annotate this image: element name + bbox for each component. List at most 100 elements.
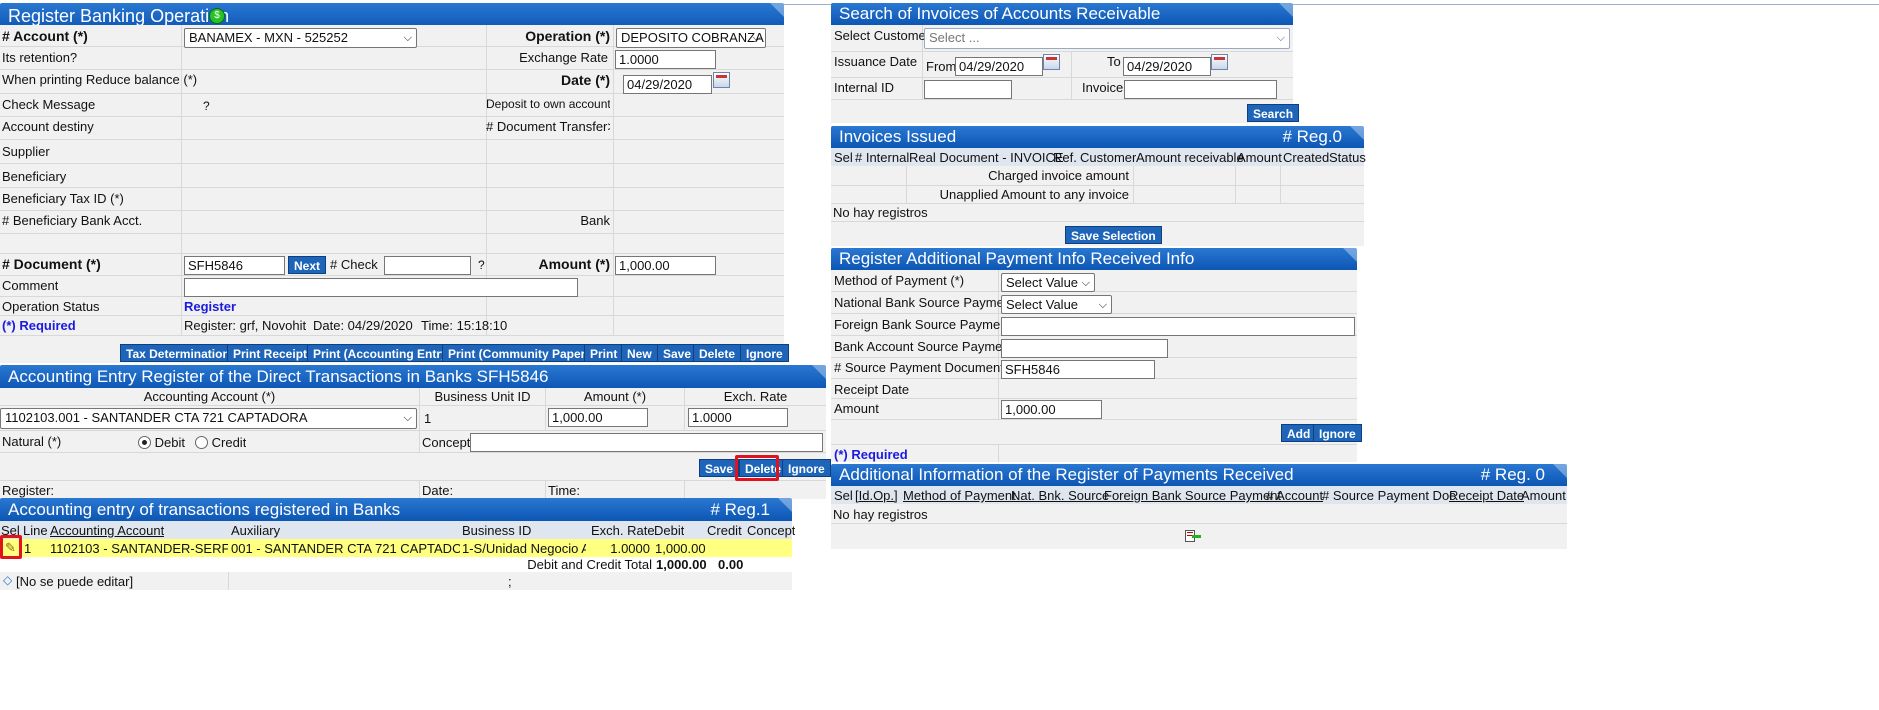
foreign-bank-input[interactable] [1001,317,1355,336]
row-auxiliary: 001 - SANTANDER CTA 721 CAPTADORA [231,541,460,556]
add-button[interactable]: Add [1281,424,1317,442]
print-community-paper-button[interactable]: Print (Community Paper) [442,344,596,362]
save-selection-button[interactable]: Save Selection [1065,226,1162,244]
col-amount: Amount [1237,150,1282,165]
comment-input[interactable] [184,278,578,297]
internal-id-input[interactable] [924,80,1012,99]
col-ref: Ref. [1053,150,1077,165]
col-credit: Credit [707,523,742,538]
add-row-icon[interactable] [1183,529,1201,543]
register-form: # Account (*) BANAMEX - MXN - 525252 ⌵ Op… [0,25,789,363]
col-amount-receivable: Amount receivable [1136,150,1244,165]
ignore-button[interactable]: Ignore [740,344,789,362]
concept-input[interactable] [470,433,823,452]
col-accounting-account-link[interactable]: Accounting Account [50,523,164,538]
document-input[interactable]: SFH5846 [184,256,285,275]
col-internal: # Internal [855,150,910,165]
radio-unchecked-icon [195,436,208,449]
exchange-rate-input[interactable]: 1.0000 [615,50,716,69]
table-row[interactable]: ✎ 1 1102103 - SANTANDER-SERFIN 001 - SAN… [0,539,792,557]
payment-amount-input[interactable]: 1,000.00 [1001,400,1102,419]
delete-button[interactable]: Delete [693,344,742,362]
date-input[interactable]: 04/29/2020 [623,75,712,94]
footer-separator: ; [508,574,512,589]
col-amount: Amount (*) [583,389,647,404]
diamond-icon: ◇ [3,573,13,587]
entry-rate-input[interactable]: 1.0000 [688,408,788,427]
total-credit: 0.00 [718,557,744,572]
col-account-link[interactable]: # Account [1266,488,1323,503]
col-auxiliary: Auxiliary [231,523,281,538]
check-input[interactable] [384,256,471,275]
amount-input[interactable]: 1,000.00 [615,256,716,275]
col-sel: Sel [834,150,853,165]
sel-highlight [0,535,22,559]
entries-title: Accounting entry of transactions registe… [8,500,401,519]
calendar-icon[interactable] [1043,54,1060,70]
entries-panel: Accounting entry of transactions registe… [0,498,792,521]
col-method-link[interactable]: Method of Payment [903,488,1016,503]
customer-select[interactable]: Select ... ⌵ [924,28,1290,49]
from-date-input[interactable]: 04/29/2020 [955,57,1043,76]
time-info: Time: 15:18:10 [421,318,508,333]
search-button[interactable]: Search [1247,104,1300,122]
print-accounting-entry-button[interactable]: Print (Accounting Entry) [307,344,458,362]
debit-radio[interactable]: Debit [138,435,185,450]
bank-account-input[interactable] [1001,339,1168,358]
date-label: Date (*) [560,72,610,88]
entries-header-row: Sel Line Accounting Account Auxiliary Bu… [0,521,795,539]
radio-checked-icon [138,436,151,449]
operation-status-label: Operation Status [2,299,100,314]
account-select[interactable]: BANAMEX - MXN - 525252 ⌵ [184,28,417,48]
national-bank-select[interactable]: Select Value ⌵ [1001,295,1112,314]
col-accounting-account: Accounting Account (*) [143,389,276,404]
entry-header: Accounting Entry Register of the Direct … [0,365,826,389]
no-edit-note: [No se puede editar] [16,574,134,589]
col-id-op-link[interactable]: [Id.Op.] [855,488,898,503]
operation-select[interactable]: DEPOSITO COBRANZA ⌵ [616,28,766,48]
entry-amount-input[interactable]: 1,000.00 [548,408,648,427]
business-unit-value: 1 [424,411,432,426]
calendar-icon[interactable] [713,72,730,88]
reduce-balance-label: When printing Reduce balance (*) [2,72,198,87]
deposit-own-label: Deposit to own account [486,97,610,111]
entry-panel: Accounting Entry Register of the Direct … [0,365,826,389]
col-nat-bank-link[interactable]: Nat. Bnk. Source [1011,488,1109,503]
help-icon[interactable]: $ [209,8,225,24]
entry-register-label: Register: [2,483,55,498]
payment-amount-label: Amount [834,401,879,416]
print-receipt-button[interactable]: Print Receipt [227,344,314,362]
row-account: 1102103 - SANTANDER-SERFIN [50,541,228,556]
entries-footer: ◇ [No se puede editar] ; [0,572,792,590]
col-rate: Exch. Rate [591,523,655,538]
col-foreign-bank-link[interactable]: Foreign Bank Source Payment [1104,488,1281,503]
col-receipt-date-link[interactable]: Receipt Date [1449,488,1524,503]
col-business-unit: Business Unit ID [434,389,531,404]
col-exch-rate: Exch. Rate [723,389,788,404]
chevron-down-icon: ⌵ [403,32,412,44]
entry-save-button[interactable]: Save [699,459,740,477]
new-button[interactable]: New [621,344,658,362]
source-doc-input[interactable]: SFH5846 [1001,360,1155,379]
credit-radio[interactable]: Credit [195,435,246,450]
comment-label: Comment [2,278,59,293]
retention-label: Its retention? [2,50,78,65]
print-button[interactable]: Print [584,344,624,362]
next-button[interactable]: Next [288,256,327,274]
method-of-payment-select[interactable]: Select Value ⌵ [1001,273,1095,292]
search-header: Search of Invoices of Accounts Receivabl… [831,3,1293,25]
issuance-label: Issuance Date [834,54,918,69]
account-destiny-label: Account destiny [2,119,94,134]
operation-label: Operation (*) [525,28,610,44]
account-label: # Account (*) [2,28,88,44]
accounting-account-select[interactable]: 1102103.001 - SANTANDER CTA 721 CAPTADOR… [0,408,417,429]
invoice-input[interactable] [1124,80,1277,99]
entry-time-label: Time: [548,483,581,498]
col-business-id: Business ID [462,523,532,538]
to-date-input[interactable]: 04/29/2020 [1123,57,1211,76]
save-button[interactable]: Save [657,344,698,362]
tax-determination-button[interactable]: Tax Determination [120,344,236,362]
calendar-icon[interactable] [1211,54,1228,70]
payment-ignore-button[interactable]: Ignore [1313,424,1362,442]
entry-ignore-button[interactable]: Ignore [782,459,831,477]
